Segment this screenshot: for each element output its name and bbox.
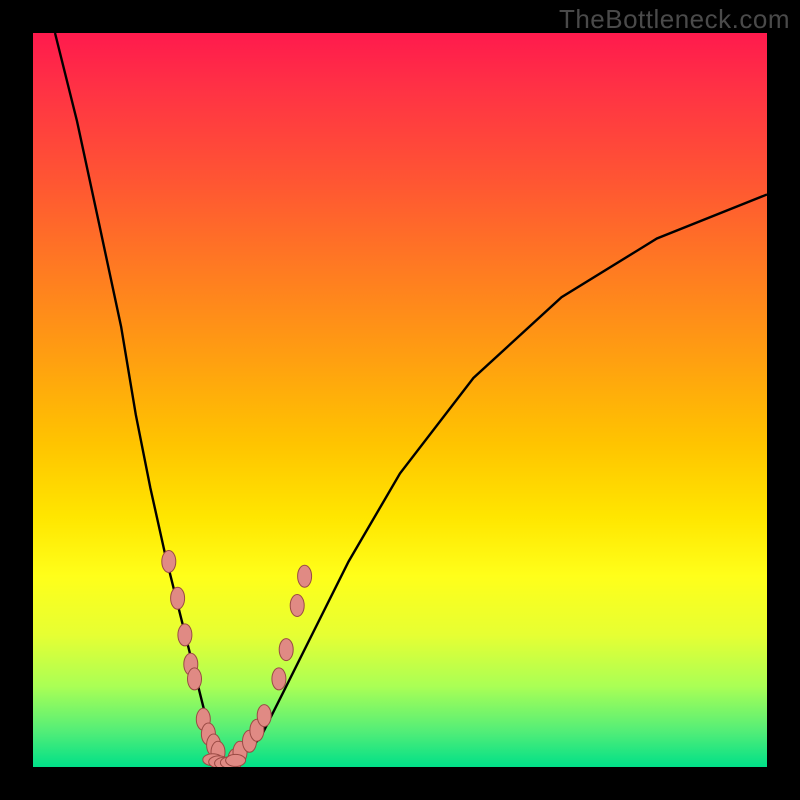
data-marker xyxy=(171,587,185,609)
data-marker xyxy=(178,624,192,646)
chart-frame: TheBottleneck.com xyxy=(0,0,800,800)
curve-svg xyxy=(33,33,767,767)
markers-right xyxy=(228,565,312,767)
watermark-text: TheBottleneck.com xyxy=(559,4,790,35)
data-marker xyxy=(290,595,304,617)
data-marker xyxy=(226,754,246,766)
data-marker xyxy=(272,668,286,690)
data-marker xyxy=(279,639,293,661)
bottleneck-curve xyxy=(55,33,767,763)
plot-area xyxy=(33,33,767,767)
data-marker xyxy=(188,668,202,690)
data-marker xyxy=(298,565,312,587)
data-marker xyxy=(257,705,271,727)
data-marker xyxy=(162,551,176,573)
